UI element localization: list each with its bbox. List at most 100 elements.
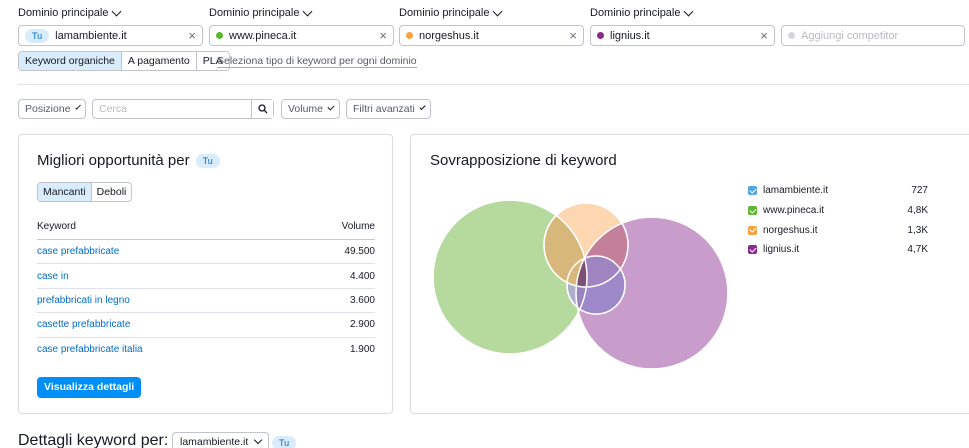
domain-value: lignius.it bbox=[610, 29, 650, 42]
domain-input-3[interactable]: norgeshus.it × bbox=[399, 25, 584, 46]
keyword-link[interactable]: prefabbricati in legno bbox=[37, 295, 130, 306]
domain-input-1[interactable]: Tu lamambiente.it × bbox=[18, 25, 203, 46]
chevron-down-icon bbox=[302, 6, 312, 16]
legend-item[interactable]: norgeshus.it 1,3K bbox=[748, 220, 928, 240]
table-row: case prefabbricate 49.500 bbox=[37, 240, 375, 265]
details-domain-value: lamambiente.it bbox=[180, 436, 249, 448]
position-filter[interactable]: Posizione bbox=[18, 99, 86, 119]
legend-count: 4,7K bbox=[907, 244, 928, 256]
advanced-filters[interactable]: Filtri avanzati bbox=[346, 99, 431, 119]
venn-diagram bbox=[432, 199, 729, 370]
domain-type-dropdown-1[interactable]: Dominio principale bbox=[18, 6, 121, 19]
you-badge: Tu bbox=[25, 28, 50, 43]
checkbox-icon[interactable] bbox=[748, 245, 757, 255]
you-badge: Tu bbox=[272, 436, 297, 448]
domain-value: lamambiente.it bbox=[55, 29, 127, 42]
domain-value: www.pineca.it bbox=[229, 29, 297, 42]
keyword-details-title: Dettagli keyword per: bbox=[18, 432, 169, 448]
table-header: Keyword Volume bbox=[37, 215, 375, 240]
domain-input-2[interactable]: www.pineca.it × bbox=[209, 25, 394, 46]
chevron-down-icon bbox=[419, 103, 426, 111]
advanced-filters-label: Filtri avanzati bbox=[353, 103, 415, 115]
keyword-volume: 49.500 bbox=[344, 246, 375, 258]
opportunities-title-text: Migliori opportunità per bbox=[37, 152, 190, 169]
legend-item[interactable]: lamambiente.it 727 bbox=[748, 181, 928, 201]
checkbox-icon[interactable] bbox=[748, 225, 757, 235]
keyword-column-header: Keyword bbox=[37, 221, 76, 232]
search-input[interactable] bbox=[93, 100, 251, 118]
missing-toggle-button[interactable]: Mancanti bbox=[38, 183, 92, 201]
opportunities-card: Migliori opportunità per Tu Mancanti Deb… bbox=[18, 134, 393, 414]
keyword-link[interactable]: casette prefabbricate bbox=[37, 319, 130, 330]
domain-type-label: Dominio principale bbox=[209, 7, 300, 19]
clear-icon[interactable]: × bbox=[188, 29, 196, 42]
domain-value: norgeshus.it bbox=[419, 29, 479, 42]
missing-weak-toggle: Mancanti Deboli bbox=[37, 182, 133, 202]
chevron-down-icon bbox=[683, 6, 693, 16]
domain-type-label: Dominio principale bbox=[399, 7, 490, 19]
clear-icon[interactable]: × bbox=[760, 29, 768, 42]
legend-domain: lignius.it bbox=[763, 244, 800, 256]
volume-column-header: Volume bbox=[341, 221, 375, 232]
overlap-legend: lamambiente.it 727 www.pineca.it 4,8K no… bbox=[748, 181, 928, 260]
domain-color-dot bbox=[597, 32, 604, 39]
keyword-volume: 2.900 bbox=[349, 319, 375, 331]
keyword-link[interactable]: case prefabbricate bbox=[37, 246, 119, 257]
keyword-link[interactable]: case in bbox=[37, 271, 69, 282]
domain-type-label: Dominio principale bbox=[590, 7, 681, 19]
legend-domain: lamambiente.it bbox=[763, 185, 829, 197]
keyword-overlap-card: Sovrapposizione di keyword lamambiente.i… bbox=[410, 134, 969, 414]
keyword-search bbox=[92, 99, 274, 119]
legend-item[interactable]: lignius.it 4,7K bbox=[748, 240, 928, 260]
search-icon bbox=[257, 104, 267, 114]
keyword-type-selector: Keyword organiche A pagamento PLA bbox=[18, 51, 230, 71]
checkbox-icon[interactable] bbox=[748, 206, 757, 216]
chevron-down-icon bbox=[327, 103, 335, 111]
add-competitor-placeholder: Aggiungi competitor bbox=[801, 29, 899, 42]
legend-count: 4,8K bbox=[907, 205, 928, 217]
table-row: prefabbricati in legno 3.600 bbox=[37, 289, 375, 314]
table-row: casette prefabbricate 2.900 bbox=[37, 313, 375, 338]
domain-color-dot bbox=[216, 32, 223, 39]
domain-input-4[interactable]: lignius.it × bbox=[590, 25, 775, 46]
clear-icon[interactable]: × bbox=[569, 29, 577, 42]
legend-domain: norgeshus.it bbox=[763, 224, 818, 236]
legend-count: 1,3K bbox=[907, 224, 928, 236]
legend-domain: www.pineca.it bbox=[763, 205, 825, 217]
chevron-down-icon bbox=[111, 6, 121, 16]
domain-type-label: Dominio principale bbox=[18, 7, 109, 19]
table-row: case in 4.400 bbox=[37, 264, 375, 289]
domain-type-dropdown-3[interactable]: Dominio principale bbox=[399, 6, 502, 19]
chevron-down-icon bbox=[74, 104, 81, 110]
domain-color-dot bbox=[788, 32, 795, 39]
opportunities-table: Keyword Volume case prefabbricate 49.500… bbox=[37, 215, 375, 362]
position-filter-label: Posizione bbox=[25, 103, 71, 115]
chevron-down-icon bbox=[254, 435, 263, 445]
keyword-volume: 1.900 bbox=[349, 344, 375, 356]
weak-toggle-button[interactable]: Deboli bbox=[92, 183, 132, 201]
you-badge: Tu bbox=[195, 153, 220, 168]
legend-item[interactable]: www.pineca.it 4,8K bbox=[748, 201, 928, 221]
organic-keywords-button[interactable]: Keyword organiche bbox=[19, 52, 122, 70]
search-button[interactable] bbox=[251, 100, 273, 118]
section-divider bbox=[18, 84, 969, 85]
paid-keywords-button[interactable]: A pagamento bbox=[121, 52, 197, 70]
add-competitor-input[interactable]: Aggiungi competitor bbox=[781, 25, 965, 46]
legend-count: 727 bbox=[911, 185, 928, 197]
view-details-button[interactable]: Visualizza dettagli bbox=[37, 377, 142, 398]
chevron-down-icon bbox=[492, 6, 502, 16]
keyword-volume: 3.600 bbox=[349, 294, 375, 306]
domain-color-dot bbox=[406, 32, 413, 39]
domain-type-dropdown-2[interactable]: Dominio principale bbox=[209, 6, 312, 19]
volume-filter[interactable]: Volume bbox=[281, 99, 340, 119]
domain-type-dropdown-4[interactable]: Dominio principale bbox=[590, 6, 693, 19]
volume-filter-label: Volume bbox=[288, 103, 324, 115]
clear-icon[interactable]: × bbox=[379, 29, 387, 42]
per-domain-keyword-type-link[interactable]: Seleziona tipo di keyword per ogni domin… bbox=[217, 55, 417, 68]
opportunities-title: Migliori opportunità per Tu bbox=[37, 152, 226, 169]
keyword-volume: 4.400 bbox=[349, 270, 375, 282]
keyword-link[interactable]: case prefabbricate italia bbox=[37, 344, 143, 355]
table-row: case prefabbricate italia 1.900 bbox=[37, 338, 375, 362]
details-domain-select[interactable]: lamambiente.it bbox=[172, 432, 270, 448]
checkbox-icon[interactable] bbox=[748, 186, 757, 196]
